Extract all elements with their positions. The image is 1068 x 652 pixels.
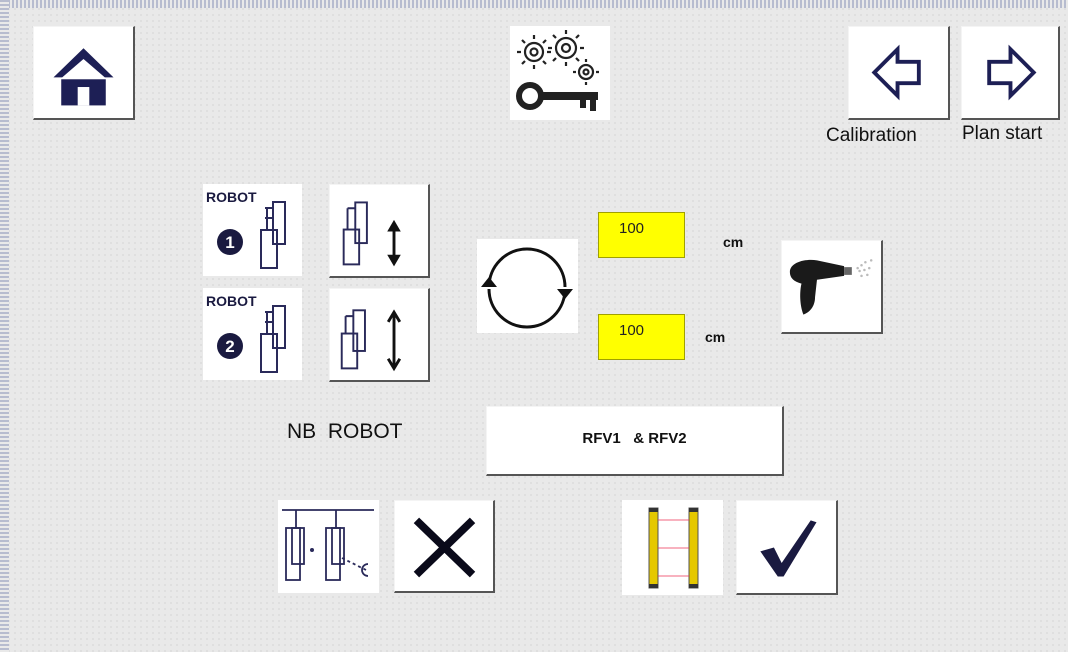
- gears-key-icon: [516, 30, 599, 111]
- window-frame-left: [0, 0, 9, 652]
- plan-start-label: Plan start: [962, 123, 1043, 144]
- robot2-vertical-icon: [340, 309, 402, 372]
- robot2-vertical-button[interactable]: [329, 288, 430, 382]
- light-barrier-tile[interactable]: [622, 500, 723, 595]
- calibration-button[interactable]: [848, 26, 950, 120]
- lower-distance-unit: cm: [705, 329, 726, 345]
- plan-start-button[interactable]: [961, 26, 1060, 120]
- window-frame-top: [0, 0, 1068, 8]
- calibration-label: Calibration: [826, 125, 917, 146]
- robot1-tile[interactable]: ROBOT 1: [203, 184, 302, 276]
- arrow-right-icon: [987, 44, 1037, 101]
- robot2-icon: 2: [217, 305, 286, 373]
- spray-gun-button[interactable]: [781, 240, 883, 334]
- cycle-arrows-icon: [481, 247, 573, 329]
- robot2-number: 2: [225, 337, 234, 356]
- robot1-icon: 1: [217, 201, 286, 269]
- robots-disconnect-icon: [282, 509, 374, 581]
- upper-distance-unit: cm: [723, 234, 744, 250]
- upper-distance-field[interactable]: 100: [598, 212, 685, 258]
- robot1-vertical-icon: [342, 201, 401, 267]
- arrow-left-icon: [871, 44, 921, 101]
- cross-icon: [413, 517, 476, 578]
- cycle-button[interactable]: [477, 239, 578, 333]
- checkmark-icon: [760, 520, 817, 577]
- robot1-number: 1: [225, 233, 234, 252]
- nb-robot-select-button[interactable]: RFV1 & RFV2: [486, 406, 784, 476]
- robot2-tile[interactable]: ROBOT 2: [203, 288, 302, 380]
- nb-robot-label: NB ROBOT: [287, 420, 403, 443]
- robot1-vertical-button[interactable]: [329, 184, 430, 278]
- settings-key-button[interactable]: [510, 26, 610, 120]
- home-button[interactable]: [33, 26, 135, 120]
- lower-distance-field[interactable]: 100: [598, 314, 685, 360]
- confirm-button[interactable]: [736, 500, 838, 595]
- home-icon: [53, 48, 114, 106]
- robot-disconnect-tile[interactable]: [278, 500, 379, 593]
- cancel-button[interactable]: [394, 500, 495, 593]
- light-barrier-icon: [648, 507, 699, 589]
- spray-gun-icon: [789, 259, 873, 315]
